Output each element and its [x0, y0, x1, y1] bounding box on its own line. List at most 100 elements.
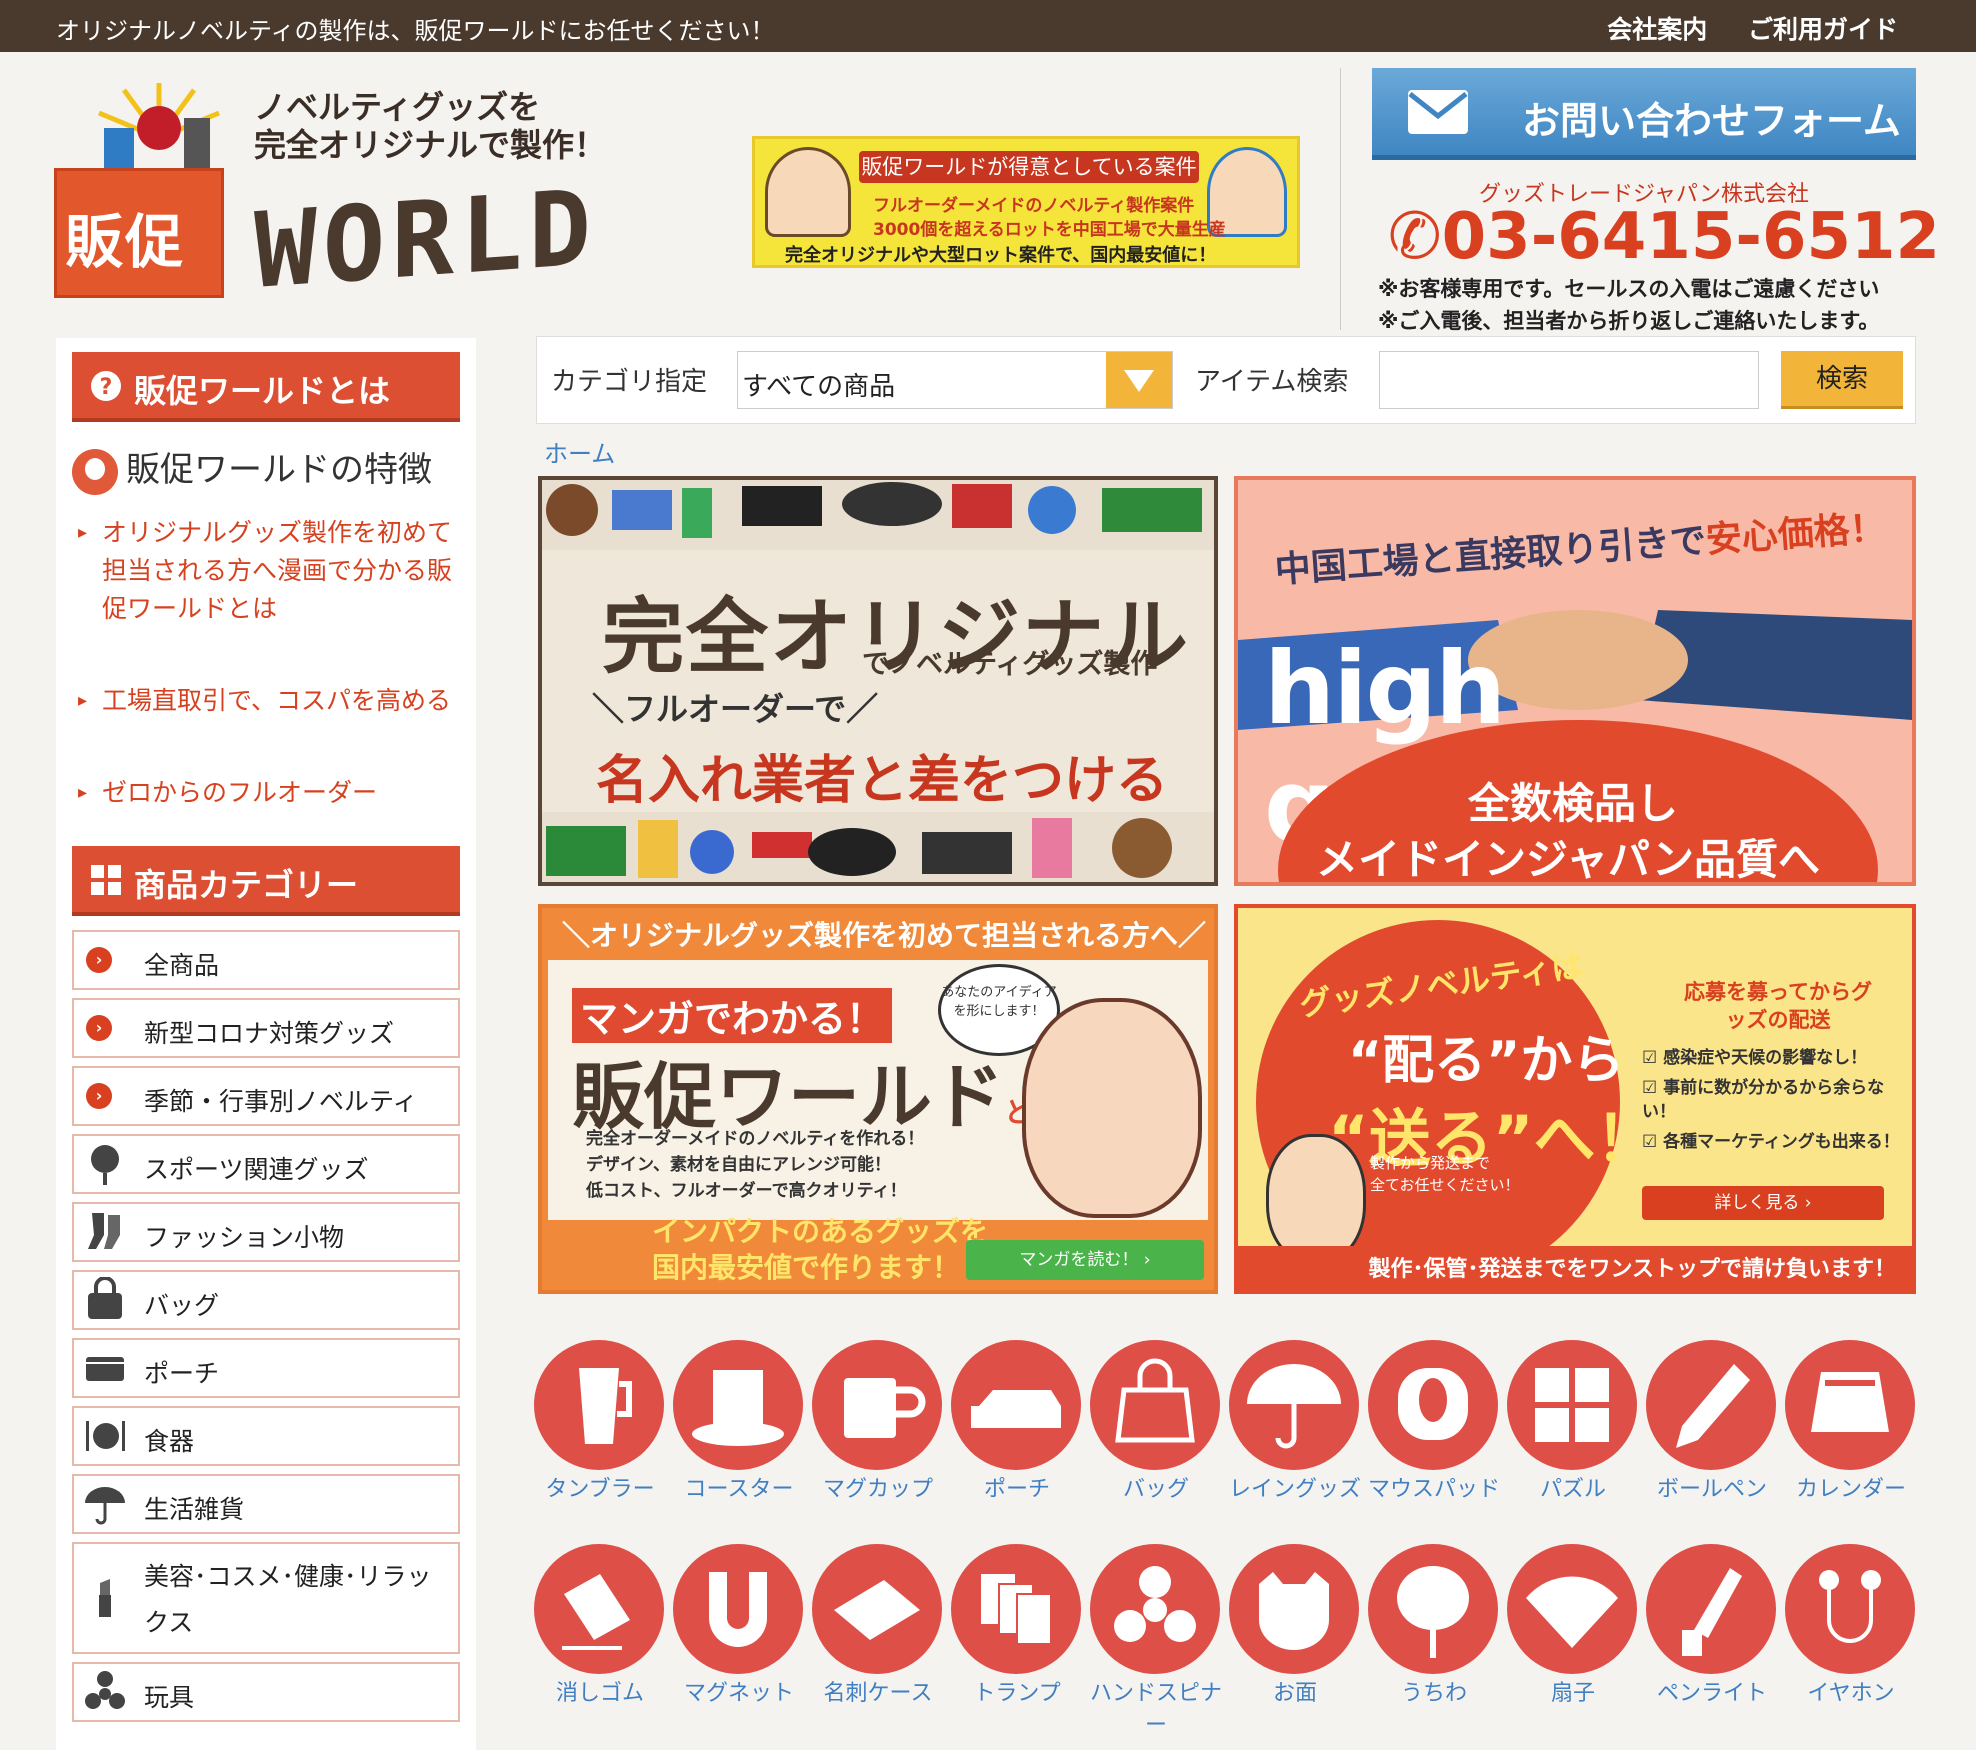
category-label: 美容･コスメ･健康･リラックス [144, 1562, 432, 1637]
search-button[interactable]: 検索 [1781, 351, 1903, 409]
feature-link-manga[interactable]: オリジナルグッズ製作を初めて担当される方へ漫画で分かる販促ワールドとは [78, 514, 452, 628]
b4-check-text: 事前に数が分かるから余らない！ [1642, 1078, 1885, 1122]
fan-icon [1507, 1544, 1637, 1674]
businessman-illustration [1266, 1134, 1366, 1264]
category-label: 生活雑貨 [144, 1495, 245, 1524]
b4-check: ☑ 各種マーケティングも出来る！ [1642, 1132, 1900, 1152]
question-icon: ? [91, 371, 121, 401]
item-label: マウスパッド [1367, 1477, 1500, 1502]
sidebar: ? 販促ワールドとは 販促ワールドの特徴 オリジナルグッズ製作を初めて担当される… [56, 338, 476, 1750]
site-logo[interactable]: 販促 ノベルティグッズを 完全オリジナルで製作！ WORLD [54, 78, 654, 318]
mask-icon [1229, 1544, 1359, 1674]
dish-icon [86, 1421, 125, 1451]
arrow-right-icon: › [86, 1083, 112, 1109]
category-sports[interactable]: スポーツ関連グッズ [72, 1134, 460, 1194]
category-seasonal[interactable]: › 季節・行事別ノベルティ [72, 1066, 460, 1126]
category-covid[interactable]: › 新型コロナ対策グッズ [72, 998, 460, 1058]
item-label: 扇子 [1550, 1681, 1595, 1706]
pouch-icon [86, 1357, 124, 1381]
spinner-icon [1090, 1544, 1220, 1674]
earphones-icon [1785, 1544, 1915, 1674]
pen-icon [1646, 1340, 1776, 1470]
phone-icon: ✆ [1388, 200, 1442, 274]
b4-caption-1: 製作から発送まで [1370, 1154, 1491, 1172]
item-label: お面 [1272, 1681, 1317, 1706]
about-heading[interactable]: ? 販促ワールドとは [72, 352, 460, 422]
puzzle-icon [1507, 1340, 1637, 1470]
category-select-label: カテゴリ指定 [551, 367, 708, 397]
logo-kanji: 販促 [65, 208, 186, 276]
phone-number[interactable]: ✆03-6415-6512 [1388, 200, 1940, 274]
item-search-input[interactable] [1379, 351, 1759, 409]
promo-banner[interactable]: 販促ワールドが得意としている案件 フルオーダーメイドのノベルティ製作案件 300… [752, 136, 1300, 268]
category-label: バッグ [144, 1291, 220, 1320]
b1-line4: 名入れ業者と差をつける [596, 751, 1169, 811]
banner-high-quality[interactable]: 中国工場と直接取り引きで安心価格！ high quality 全数検品し メイド… [1234, 476, 1916, 886]
bag-icon [1090, 1340, 1220, 1470]
category-heading-label: 商品カテゴリー [134, 866, 359, 904]
uchiwa-icon [1368, 1544, 1498, 1674]
breadcrumb-home[interactable]: ホーム [544, 434, 615, 469]
item-label: ポーチ [983, 1477, 1050, 1502]
search-bar: カテゴリ指定 すべての商品 アイテム検索 検索 [536, 336, 1916, 424]
site-tagline: オリジナルノベルティの製作は、販促ワールドにお任せください！ [56, 17, 775, 45]
see-more-button[interactable]: 詳しく見る › [1642, 1186, 1884, 1220]
item-label: マグネット [683, 1681, 794, 1706]
b2-line2: メイドインジャパン品質へ [1316, 835, 1821, 884]
banner-full-original[interactable]: 完全オリジナル でノベルティグッズ製作 ＼フルオーダーで／ 名入れ業者と差をつけ… [538, 476, 1218, 886]
eraser-icon [534, 1544, 664, 1674]
category-label: 食器 [144, 1427, 195, 1456]
b4-check: ☑ 感染症や天候の影響なし！ [1642, 1048, 1868, 1068]
company-info-link[interactable]: 会社案内 [1607, 15, 1707, 44]
feature-link-factory[interactable]: 工場直取引で、コスパを高める [78, 682, 452, 720]
lipstick-icon [99, 1579, 111, 1617]
features-title[interactable]: 販促ワールドの特徴 [72, 442, 432, 495]
golf-ball-icon [91, 1145, 119, 1185]
phone-text: 03-6415-6512 [1441, 200, 1941, 274]
woman-illustration [1022, 998, 1202, 1218]
category-bag[interactable]: バッグ [72, 1270, 460, 1330]
category-select[interactable]: すべての商品 [737, 351, 1173, 409]
phone-note-2: ※ご入電後、担当者から折り返しご連絡いたします。 [1378, 309, 1880, 333]
category-label: ファッション小物 [144, 1223, 345, 1252]
goods-row-bottom [542, 812, 1214, 882]
category-pouch[interactable]: ポーチ [72, 1338, 460, 1398]
category-household[interactable]: 生活雑貨 [72, 1474, 460, 1534]
category-heading: 商品カテゴリー [72, 846, 460, 916]
category-beauty[interactable]: 美容･コスメ･健康･リラックス [72, 1542, 460, 1654]
promo-line-3: 完全オリジナルや大型ロット案件で、国内最安値に！ [785, 245, 1217, 266]
b3-point: 低コスト、フルオーダーで高クオリティ！ [586, 1181, 907, 1201]
category-all[interactable]: › 全商品 [72, 930, 460, 990]
promo-line-1: フルオーダーメイドのノベルティ製作案件 [873, 196, 1195, 216]
phone-note-1: ※お客様専用です。セールスの入電はご遠慮ください [1378, 277, 1880, 301]
category-toys[interactable]: 玩具 [72, 1662, 460, 1722]
item-label: カレンダー [1795, 1477, 1906, 1502]
item-label: 名刺ケース [823, 1681, 933, 1706]
penlight-icon [1646, 1544, 1776, 1674]
item-label: パズル [1539, 1477, 1606, 1502]
logo-world: WORLD [254, 166, 598, 312]
banner-send[interactable]: グッズノベルティは “配る”から “送る”へ！ 製作から発送まで 全てお任せくだ… [1234, 904, 1916, 1294]
mug-icon [812, 1340, 942, 1470]
logo-tagline: ノベルティグッズを 完全オリジナルで製作！ [254, 88, 606, 164]
b1-subtitle: でノベルティグッズ製作 [862, 649, 1158, 680]
b3-point: デザイン、素材を自由にアレンジ可能！ [586, 1155, 891, 1175]
category-tableware[interactable]: 食器 [72, 1406, 460, 1466]
chevron-down-icon [1106, 352, 1172, 408]
tumbler-icon [534, 1340, 664, 1470]
bag-icon [88, 1277, 122, 1319]
read-manga-button[interactable]: マンガを読む！ › [966, 1240, 1204, 1280]
b4-check-text: 各種マーケティングも出来る！ [1663, 1132, 1900, 1152]
usage-guide-link[interactable]: ご利用ガイド [1748, 15, 1898, 44]
pouch-icon [951, 1340, 1081, 1470]
banner-manga[interactable]: ＼オリジナルグッズ製作を初めて担当される方へ／ マンガでわかる！ 販促ワールドと… [538, 904, 1218, 1294]
b3-bottom-1: インパクトのあるグッズを [652, 1215, 989, 1248]
about-heading-label: 販促ワールドとは [134, 372, 391, 410]
item-label: マグカップ [822, 1477, 933, 1502]
b1-line3: ＼フルオーダーで／ [592, 690, 879, 728]
category-fashion[interactable]: ファッション小物 [72, 1202, 460, 1262]
contact-form-button[interactable]: お問い合わせフォーム [1372, 68, 1916, 160]
item-label: ペンライト [1656, 1681, 1767, 1706]
feature-link-full-order[interactable]: ゼロからのフルオーダー [78, 774, 452, 812]
mouse-icon [1368, 1340, 1498, 1470]
